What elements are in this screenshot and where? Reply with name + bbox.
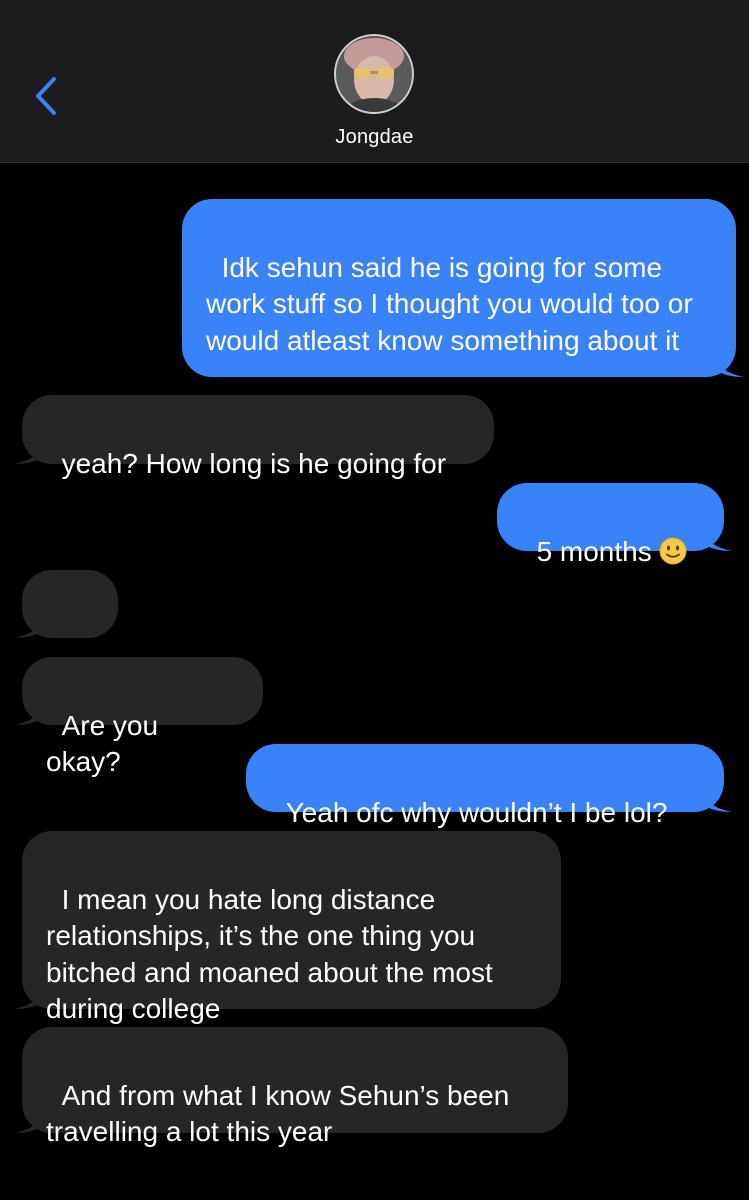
message-text: I mean you hate long distance relationsh… [46,883,501,1025]
back-button[interactable] [26,72,66,120]
message-text: And from what I know Sehun’s been travel… [46,1079,518,1148]
bubble-tail [14,981,44,1009]
avatar-image [334,34,414,114]
avatar[interactable] [334,34,414,114]
message-text: Are you okay? [46,709,166,778]
message-text: 5 months [536,535,652,567]
bubble-tail [14,697,44,725]
conversation-header: Jongdae [0,0,749,163]
contact-name[interactable]: Jongdae [0,126,749,149]
message-text: yeah? How long is he going for [61,447,447,479]
bubble-tail [14,1105,44,1133]
message-bubble-sent[interactable]: Yeah ofc why wouldn’t I be lol? [246,744,732,828]
bubble-tail [14,436,44,464]
message-bubble-received[interactable]: yeah? How long is he going for [14,395,494,479]
bubble-tail [14,610,44,638]
bubble-tail [702,523,732,551]
bubble-tail [714,349,744,377]
message-bubble-received[interactable]: I mean you hate long distance relationsh… [14,831,561,1024]
message-bubble-sent[interactable]: Idk sehun said he is going for some work… [182,199,744,377]
message-bubble-received[interactable]: And from what I know Sehun’s been travel… [14,1027,568,1147]
message-text: Yeah ofc why wouldn’t I be lol? [285,796,668,828]
message-text: Idk sehun said he is going for some work… [206,251,701,356]
message-bubble-received[interactable]: Oh [14,570,118,690]
message-bubble-sent[interactable]: 5 months [497,483,732,567]
slightly-smiling-face-icon [659,537,687,564]
message-bubble-received[interactable]: Are you okay? [14,657,263,777]
bubble-tail [702,784,732,812]
chevron-left-icon [36,77,56,115]
